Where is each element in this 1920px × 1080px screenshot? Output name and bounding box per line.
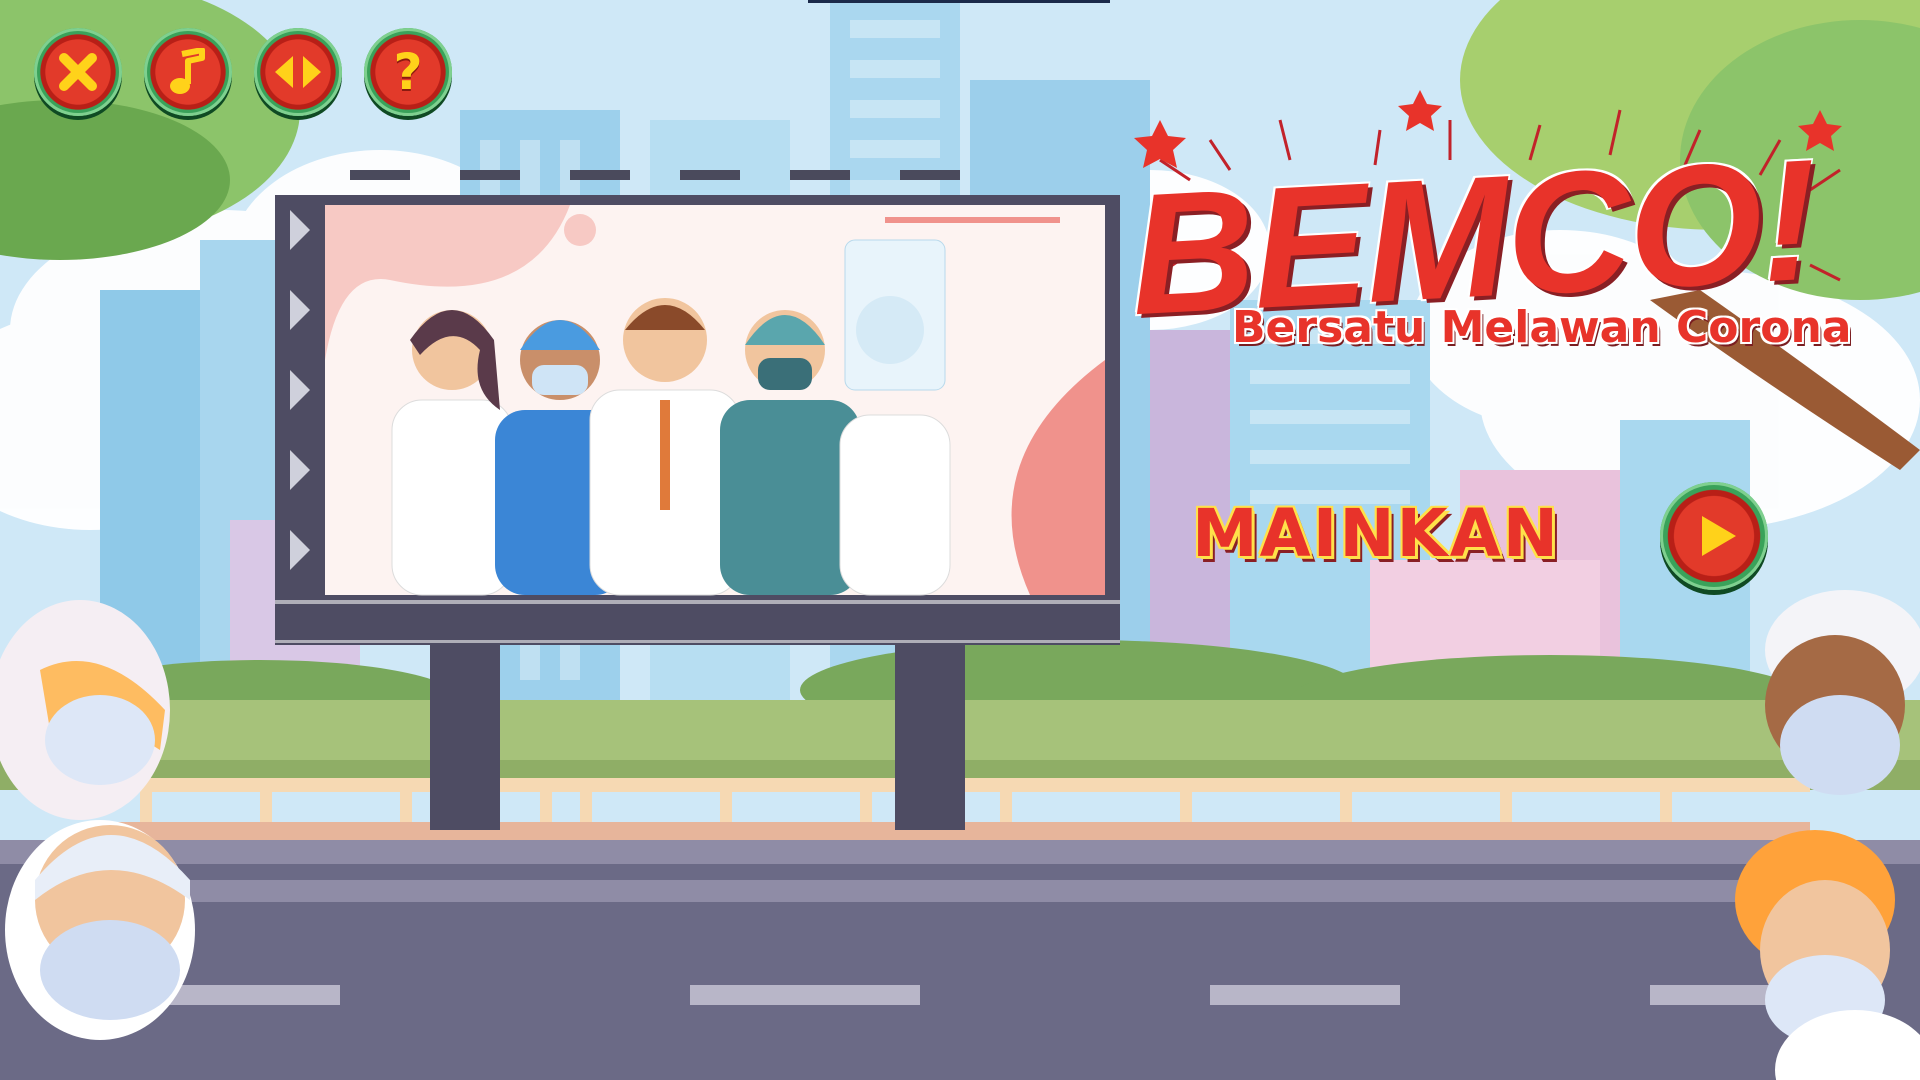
play-icon xyxy=(1702,516,1736,556)
play-label[interactable]: MAINKAN xyxy=(1192,495,1560,572)
game-scene: ? BEMCO! Bersatu Melawan Corona MAINKAN xyxy=(0,0,1920,1080)
help-button[interactable]: ? xyxy=(364,28,452,116)
game-subtitle: Bersatu Melawan Corona xyxy=(1232,302,1852,353)
question-icon: ? xyxy=(393,43,423,101)
music-button[interactable] xyxy=(144,28,232,116)
close-icon xyxy=(59,53,97,91)
top-progress-strip xyxy=(808,0,1110,3)
exit-button[interactable] xyxy=(34,28,122,116)
fullscreen-button[interactable] xyxy=(254,28,342,116)
arrows-left-right-icon xyxy=(275,56,321,88)
music-note-icon xyxy=(170,48,205,94)
billboard xyxy=(275,170,1120,830)
health-worker-left xyxy=(0,600,195,1040)
play-button[interactable] xyxy=(1660,482,1768,590)
game-title: BEMCO! xyxy=(1125,123,1821,352)
health-worker-right xyxy=(1735,590,1920,1080)
